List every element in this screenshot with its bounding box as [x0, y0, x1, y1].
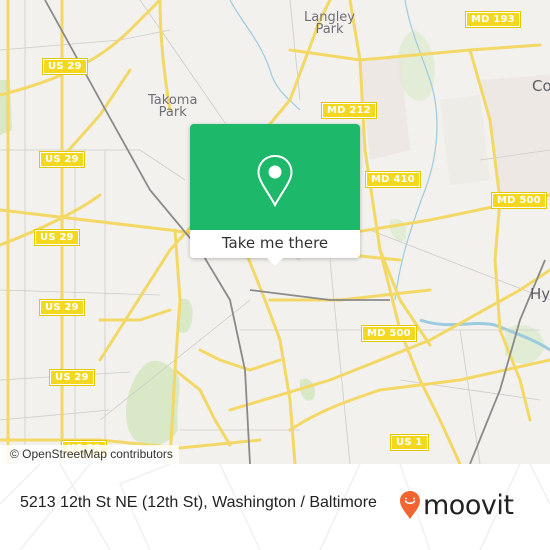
footer-bar: 5213 12th St NE (12th St), Washington / …: [0, 464, 550, 550]
route-shield-us29: US 29: [39, 299, 85, 316]
route-shield-md212: MD 212: [321, 102, 377, 119]
place-label-co: Co: [532, 77, 550, 95]
popup-header: [190, 124, 360, 230]
route-shield-md500: MD 500: [491, 192, 547, 209]
address-text: 5213 12th St NE (12th St), Washington / …: [20, 494, 377, 511]
route-shield-us29: US 29: [34, 229, 80, 246]
place-label-takoma-park: Takoma Park: [148, 93, 198, 120]
map-pin-icon: [257, 154, 293, 208]
take-me-there-button[interactable]: Take me there: [190, 230, 360, 258]
map-view[interactable]: LangleyPark TakomaPark Co Hya US 29 US 2…: [0, 0, 550, 464]
moovit-wordmark: moovit: [423, 489, 514, 521]
moovit-pin-icon: [400, 491, 420, 519]
place-label-langley-park: Langley Park: [304, 10, 356, 37]
place-label-hya: Hya: [530, 285, 550, 303]
route-shield-us29: US 29: [39, 151, 85, 168]
route-shield-us1: US 1: [390, 434, 429, 451]
route-shield-md500: MD 500: [361, 325, 417, 342]
popup-pointer: [267, 258, 283, 266]
moovit-logo[interactable]: moovit: [399, 485, 514, 525]
route-shield-us29: US 29: [49, 369, 95, 386]
route-shield-md410: MD 410: [365, 171, 421, 188]
route-shield-md193: MD 193: [465, 11, 521, 28]
location-popup[interactable]: Take me there: [190, 124, 360, 266]
route-shield-us29: US 29: [42, 58, 88, 75]
osm-attribution[interactable]: © OpenStreetMap contributors: [0, 445, 179, 464]
